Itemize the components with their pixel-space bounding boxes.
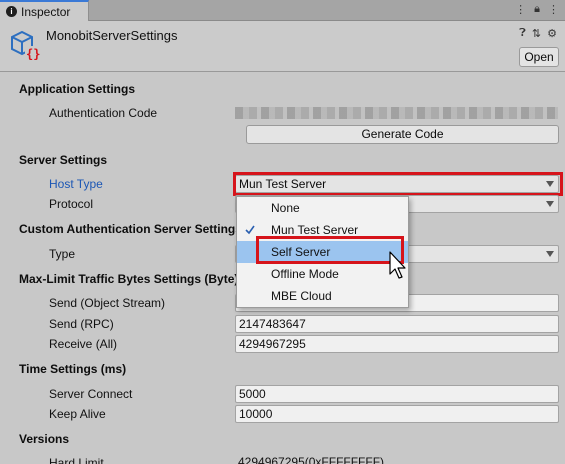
info-icon: i — [6, 6, 17, 17]
generate-code-button[interactable]: Generate Code — [246, 125, 559, 144]
option-mbe-cloud[interactable]: MBE Cloud — [237, 285, 408, 307]
mouse-pointer-icon — [389, 251, 406, 279]
option-none[interactable]: None — [237, 197, 408, 219]
receive-label: Receive (All) — [49, 337, 118, 351]
option-offline-mode[interactable]: Offline Mode — [237, 263, 408, 285]
section-application-settings: Application Settings — [19, 82, 136, 96]
section-custom-auth: Custom Authentication Server Settings — [19, 222, 242, 236]
host-type-highlight-box — [233, 172, 563, 196]
tab-inspector[interactable]: i Inspector — [0, 0, 89, 21]
receive-field[interactable]: 4294967295 — [235, 335, 559, 353]
self-server-highlight-box — [256, 236, 404, 264]
presets-icon[interactable]: ⇅ — [532, 27, 541, 40]
section-traffic: Max-Limit Traffic Bytes Settings (Byte) — [19, 272, 239, 286]
chevron-down-icon — [546, 201, 554, 207]
tab-bar: i Inspector ⋮ 🔒︎ ⋮ — [0, 0, 565, 21]
more-icon[interactable]: ⋮ — [515, 3, 526, 16]
help-icon[interactable]: ❓︎ — [519, 27, 526, 40]
auth-code-label: Authentication Code — [49, 106, 158, 120]
host-type-label: Host Type — [49, 177, 103, 191]
tab-label: Inspector — [21, 4, 71, 19]
open-button[interactable]: Open — [519, 47, 559, 67]
section-versions: Versions — [19, 432, 70, 446]
auth-code-value-masked — [235, 107, 558, 119]
header-icons: ❓︎ ⇅ ⚙ — [519, 27, 557, 40]
lock-icon[interactable]: 🔒︎ — [534, 3, 540, 16]
settings-gear-icon[interactable]: ⚙ — [547, 27, 557, 40]
inspector-header: {} MonobitServerSettings ❓︎ ⇅ ⚙ Open — [0, 21, 565, 72]
keep-alive-field[interactable]: 10000 — [235, 405, 559, 423]
protocol-label: Protocol — [49, 197, 94, 211]
server-connect-field[interactable]: 5000 — [235, 385, 559, 403]
scriptable-object-icon: {} — [11, 30, 40, 60]
checkmark-icon — [245, 225, 255, 235]
server-connect-label: Server Connect — [49, 387, 133, 401]
svg-text:{}: {} — [26, 47, 40, 60]
send-rpc-label: Send (RPC) — [49, 317, 114, 331]
send-rpc-field[interactable]: 2147483647 — [235, 315, 559, 333]
send-object-label: Send (Object Stream) — [49, 296, 166, 310]
hard-limit-label: Hard Limit — [49, 456, 104, 464]
object-title: MonobitServerSettings — [46, 28, 178, 43]
hard-limit-value: 4294967295(0xFFFFFFFF) — [238, 455, 385, 464]
option-label: Mun Test Server — [271, 223, 359, 237]
tab-controls: ⋮ 🔒︎ ⋮ — [515, 3, 559, 16]
type-label: Type — [49, 247, 76, 261]
section-server-settings: Server Settings — [19, 153, 108, 167]
section-time-settings: Time Settings (ms) — [19, 362, 127, 376]
keep-alive-label: Keep Alive — [49, 407, 106, 421]
chevron-down-icon — [546, 251, 554, 257]
menu-icon[interactable]: ⋮ — [548, 3, 559, 16]
